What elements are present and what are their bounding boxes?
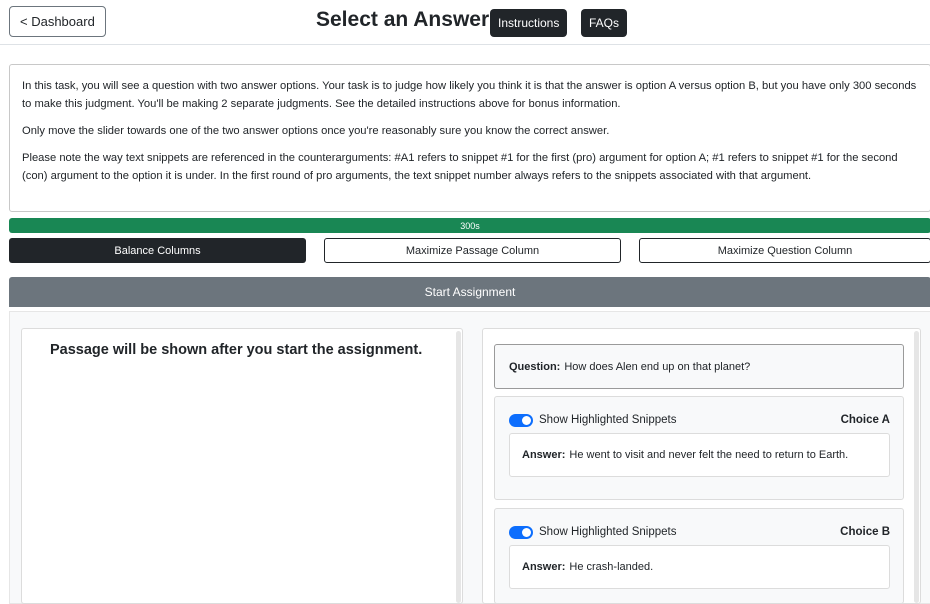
passage-scrollbar[interactable] <box>456 331 461 603</box>
question-box: Question: How does Alen end up on that p… <box>494 344 904 389</box>
toggle-label-b: Show Highlighted Snippets <box>539 526 677 538</box>
instructions-paragraph-2: Only move the slider towards one of the … <box>22 125 610 137</box>
answer-a-prefix: Answer: <box>522 449 566 461</box>
answer-b-prefix: Answer: <box>522 561 566 573</box>
maximize-passage-button[interactable]: Maximize Passage Column <box>324 238 621 263</box>
answer-a-box: Answer: He went to visit and never felt … <box>509 433 890 477</box>
answer-b-box: Answer: He crash-landed. <box>509 545 890 589</box>
question-text: How does Alen end up on that planet? <box>564 360 751 373</box>
top-header: < Dashboard Select an Answer Instruction… <box>0 0 930 45</box>
balance-columns-button[interactable]: Balance Columns <box>9 238 306 263</box>
passage-placeholder-message: Passage will be shown after you start th… <box>50 342 423 358</box>
answer-b-text: He crash-landed. <box>569 561 654 573</box>
timer-progress-bar: 300s <box>9 218 930 233</box>
question-scrollbar[interactable] <box>914 331 919 603</box>
choice-a-label: Choice A <box>840 414 890 426</box>
highlight-toggle-b[interactable] <box>509 525 533 539</box>
maximize-question-button[interactable]: Maximize Question Column <box>639 238 930 263</box>
highlight-toggle-a[interactable] <box>509 413 533 427</box>
question-prefix: Question: <box>509 360 561 373</box>
instructions-panel: In this task, you will see a question wi… <box>9 64 930 212</box>
choice-b-label: Choice B <box>840 526 890 538</box>
start-assignment-button[interactable]: Start Assignment <box>9 277 930 307</box>
choice-b-card: Show Highlighted Snippets Choice B Answe… <box>494 508 904 604</box>
instructions-paragraph-3: Please note the way text snippets are re… <box>22 152 898 182</box>
choice-a-card: Show Highlighted Snippets Choice A Answe… <box>494 396 904 500</box>
passage-column <box>21 328 463 604</box>
page-title: Select an Answer <box>316 8 490 31</box>
toggle-label-a: Show Highlighted Snippets <box>539 414 677 426</box>
instructions-paragraph-1: In this task, you will see a question wi… <box>22 80 917 110</box>
timer-label: 300s <box>460 220 480 231</box>
answer-a-text: He went to visit and never felt the need… <box>569 449 849 461</box>
instructions-button[interactable]: Instructions <box>490 9 568 37</box>
back-to-dashboard-button[interactable]: < Dashboard <box>9 6 106 37</box>
faqs-button[interactable]: FAQs <box>581 9 628 37</box>
